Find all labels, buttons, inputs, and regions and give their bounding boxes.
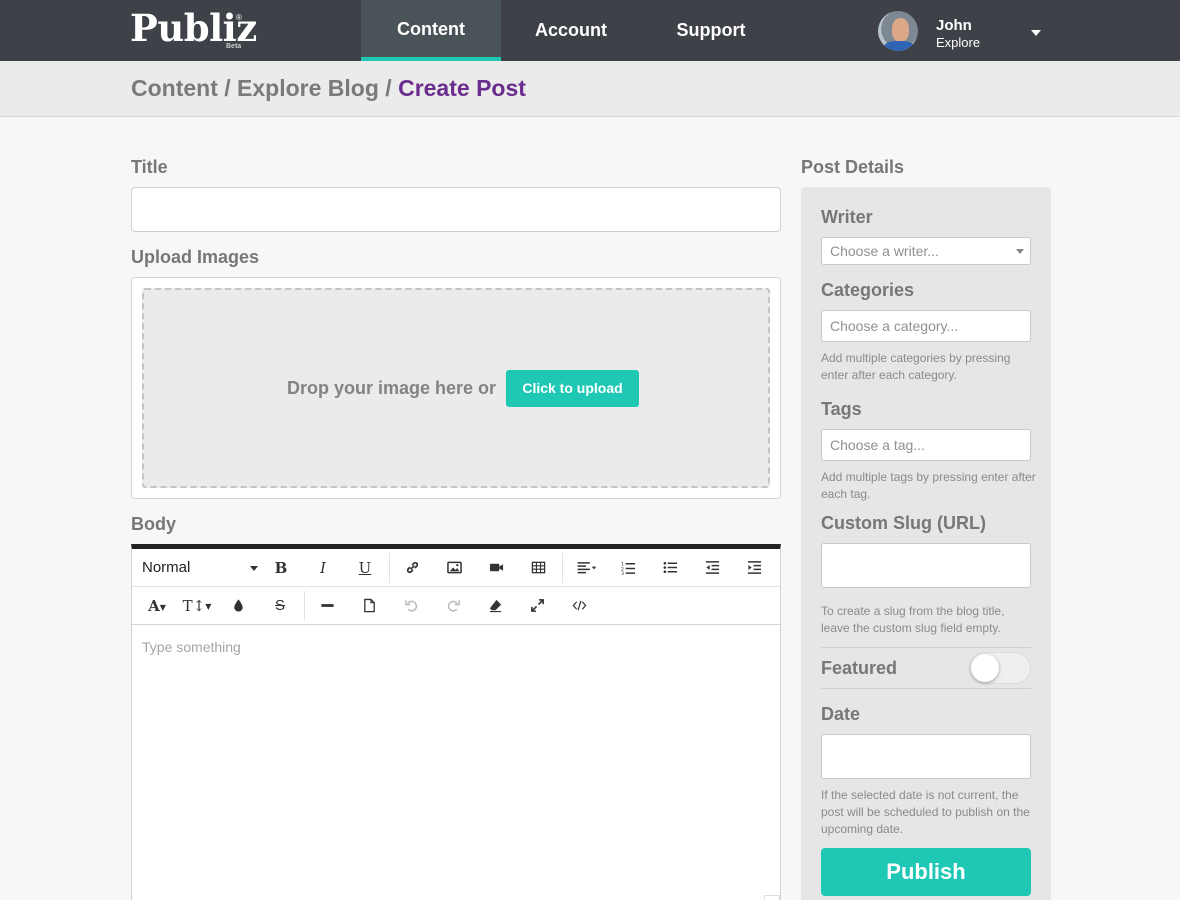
upload-images-label: Upload Images	[131, 247, 260, 267]
table-icon[interactable]	[524, 555, 552, 581]
breadcrumb-current: Create Post	[398, 75, 526, 101]
post-details-panel: Writer Choose a writer... Categories Cho…	[801, 187, 1051, 900]
upload-box: Drop your image here or Click to upload	[131, 277, 781, 499]
registered-mark: ®	[236, 13, 242, 22]
tags-label: Tags	[821, 399, 862, 419]
undo-icon[interactable]	[397, 593, 425, 619]
avatar[interactable]	[878, 11, 918, 51]
tags-input[interactable]: Choose a tag...	[821, 429, 1031, 461]
title-input[interactable]	[131, 187, 781, 232]
indent-icon[interactable]	[740, 555, 768, 581]
user-name[interactable]: John	[936, 17, 972, 34]
writer-label: Writer	[821, 207, 873, 227]
categories-label: Categories	[821, 280, 915, 300]
date-input[interactable]	[821, 734, 1031, 779]
writer-select[interactable]: Choose a writer...	[821, 237, 1031, 265]
bullet-list-icon[interactable]	[656, 555, 684, 581]
editor-text-area[interactable]: Type something	[132, 627, 780, 900]
format-select[interactable]: Normal	[142, 555, 258, 581]
align-icon[interactable]	[570, 555, 604, 581]
tags-help: Add multiple tags by pressing enter afte…	[821, 470, 1036, 501]
underline-icon[interactable]: U	[351, 555, 379, 581]
publish-button[interactable]: Publish	[821, 848, 1031, 896]
strikethrough-icon[interactable]: S	[266, 593, 294, 619]
toggle-knob	[971, 654, 999, 682]
avatar-shirt	[884, 41, 914, 51]
divider	[821, 647, 1031, 648]
divider	[821, 688, 1031, 689]
italic-icon[interactable]: I	[309, 555, 337, 581]
chevron-down-icon	[250, 566, 258, 571]
image-icon[interactable]	[440, 555, 468, 581]
outdent-icon[interactable]	[698, 555, 726, 581]
user-role: Explore	[936, 35, 981, 50]
featured-label: Featured	[821, 658, 898, 678]
click-to-upload-button[interactable]: Click to upload	[506, 370, 639, 407]
top-navbar: Publiz ® Beta Content Account Support Jo…	[0, 0, 1180, 61]
toolbar-row-2: A▼ T↕▼ S	[132, 587, 780, 625]
video-icon[interactable]	[482, 555, 510, 581]
page-icon[interactable]	[355, 593, 383, 619]
svg-text:3: 3	[621, 571, 624, 575]
toolbar-divider	[389, 553, 390, 583]
toolbar-row-1: Normal B I U 123	[132, 549, 780, 587]
post-details-heading: Post Details	[801, 157, 905, 177]
featured-toggle[interactable]	[969, 652, 1031, 684]
editor-resize-handle[interactable]	[764, 895, 780, 900]
title-label: Title	[131, 157, 168, 177]
beta-badge: Beta	[226, 43, 242, 50]
code-view-icon[interactable]	[565, 593, 593, 619]
drop-text: Drop your image here or	[287, 378, 497, 398]
toolbar-divider	[562, 553, 563, 583]
color-drop-icon[interactable]	[224, 593, 252, 619]
chevron-down-icon	[1016, 249, 1024, 254]
date-help: If the selected date is not current, the…	[821, 788, 1030, 836]
tab-content[interactable]: Content	[361, 0, 501, 61]
writer-select-placeholder: Choose a writer...	[830, 243, 939, 259]
editor-placeholder: Type something	[142, 639, 241, 655]
tab-account[interactable]: Account	[501, 0, 641, 61]
chevron-down-icon[interactable]	[1031, 30, 1041, 36]
eraser-icon[interactable]	[481, 593, 509, 619]
custom-slug-input[interactable]	[821, 543, 1031, 588]
format-select-value: Normal	[142, 559, 191, 576]
font-color-icon[interactable]: A▼	[140, 593, 174, 619]
font-size-icon[interactable]: T↕▼	[180, 593, 214, 619]
categories-help: Add multiple categories by pressing ente…	[821, 351, 1011, 382]
link-icon[interactable]	[398, 555, 426, 581]
date-label: Date	[821, 704, 861, 724]
breadcrumb-explore-blog[interactable]: Explore Blog	[237, 75, 379, 101]
breadcrumb-separator: /	[217, 75, 238, 101]
body-label: Body	[131, 514, 176, 534]
avatar-face	[892, 18, 909, 42]
breadcrumb: Content / Explore Blog / Create Post	[131, 75, 526, 102]
toolbar-divider	[304, 591, 305, 621]
image-dropzone[interactable]: Drop your image here or Click to upload	[142, 288, 770, 488]
categories-input[interactable]: Choose a category...	[821, 310, 1031, 342]
tab-support[interactable]: Support	[641, 0, 781, 61]
ordered-list-icon[interactable]: 123	[614, 555, 642, 581]
breadcrumb-separator: /	[378, 75, 399, 101]
breadcrumb-content[interactable]: Content	[131, 75, 218, 101]
rich-text-editor: Normal B I U 123 A▼ T↕▼ S Type something	[131, 544, 781, 900]
redo-icon[interactable]	[439, 593, 467, 619]
fullscreen-icon[interactable]	[523, 593, 551, 619]
bold-icon[interactable]: B	[267, 555, 295, 581]
custom-slug-help: To create a slug from the blog title, le…	[821, 604, 1005, 635]
custom-slug-label: Custom Slug (URL)	[821, 513, 986, 533]
breadcrumb-bar: Content / Explore Blog / Create Post	[0, 61, 1180, 117]
horizontal-rule-icon[interactable]	[313, 593, 341, 619]
